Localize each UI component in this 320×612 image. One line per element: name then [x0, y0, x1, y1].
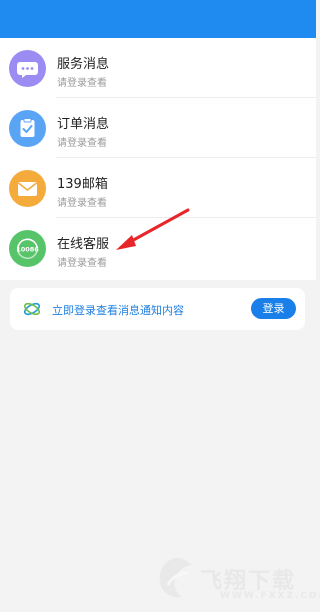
item-title: 在线客服	[57, 237, 110, 252]
login-button[interactable]: 登录	[251, 298, 296, 319]
customer-service-10086-icon: 10086	[9, 230, 46, 267]
item-subtitle: 请登录查看	[57, 78, 107, 89]
item-subtitle: 请登录查看	[57, 258, 107, 269]
list-item-139-mailbox[interactable]: 139邮箱 请登录查看	[0, 158, 316, 218]
login-prompt-text: 立即登录查看消息通知内容	[52, 304, 184, 317]
list-item-order-messages[interactable]: 订单消息 请登录查看	[0, 98, 316, 158]
icon-label-10086: 10086	[16, 246, 39, 254]
item-title: 服务消息	[57, 57, 110, 72]
item-title: 订单消息	[57, 117, 110, 132]
item-title: 139邮箱	[57, 177, 108, 192]
list-item-service-messages[interactable]: 服务消息 请登录查看	[0, 38, 316, 98]
watermark-url: WWW.FXXZ.COM	[220, 591, 320, 601]
top-header-bar	[0, 0, 316, 38]
list-item-online-customer-service[interactable]: 10086 在线客服 请登录查看	[0, 218, 316, 278]
item-subtitle: 请登录查看	[57, 198, 107, 209]
watermark-logo-icon	[159, 557, 192, 598]
watermark: 飞翔下载 WWW.FXXZ.COM	[150, 553, 320, 603]
mail-envelope-icon	[9, 170, 46, 207]
chat-bubble-icon	[9, 50, 46, 87]
clipboard-check-icon	[9, 110, 46, 147]
message-list: 服务消息 请登录查看 订单消息 请登录查看 139邮箱 请登录查看 10086 …	[0, 38, 316, 280]
item-subtitle: 请登录查看	[57, 138, 107, 149]
login-prompt-banner[interactable]: 立即登录查看消息通知内容 登录	[10, 288, 305, 330]
china-mobile-logo	[23, 300, 41, 318]
